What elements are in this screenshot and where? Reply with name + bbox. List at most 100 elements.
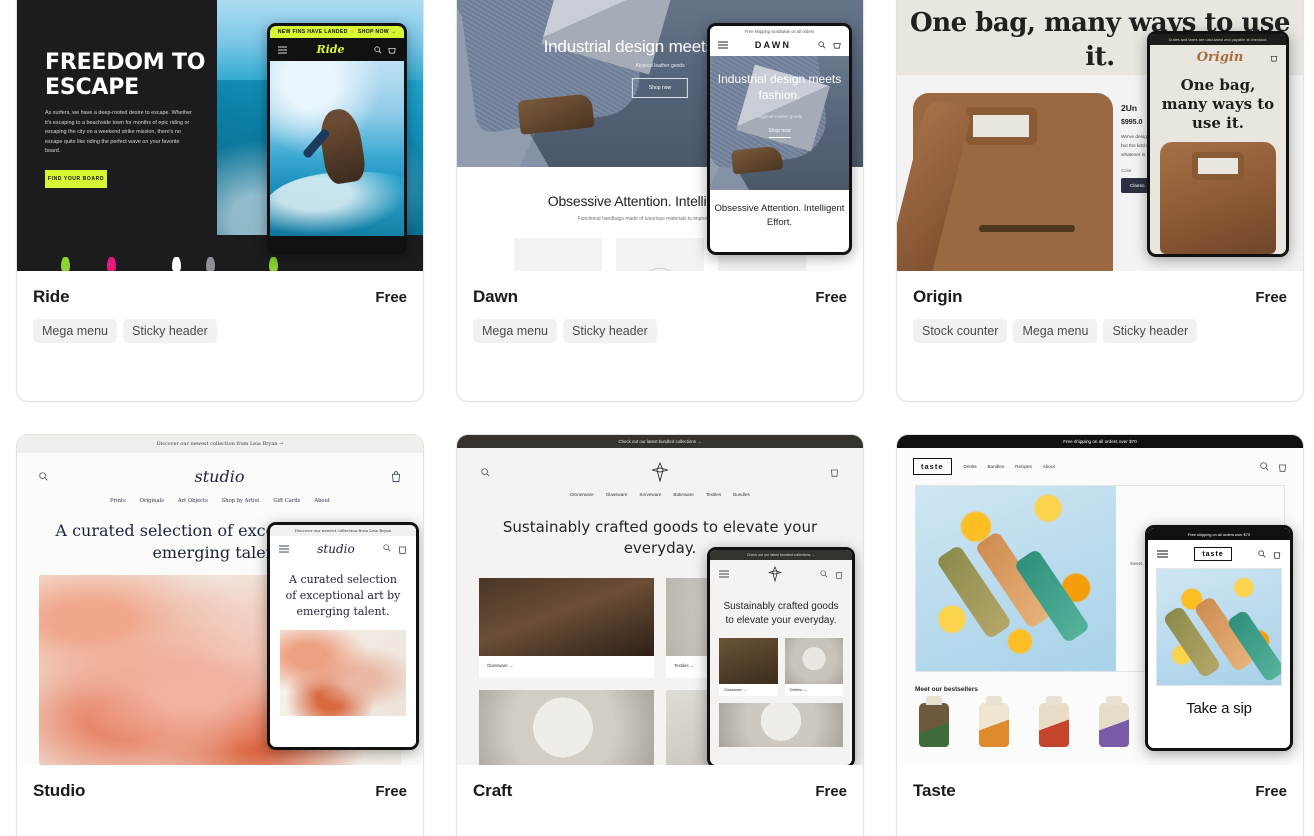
nav-link[interactable]: About (314, 498, 330, 504)
studio-mobile-logo[interactable]: studio (289, 542, 383, 556)
taste-logo[interactable]: taste (913, 458, 952, 475)
theme-title[interactable]: Ride (33, 287, 70, 307)
craft-mobile-tiles: Glassware → Textiles → (719, 638, 843, 696)
search-icon[interactable] (374, 46, 382, 54)
theme-meta-origin: Origin Free Stock counter Mega menu Stic… (897, 271, 1303, 355)
nav-link[interactable]: Serveware (639, 492, 661, 497)
product-tile (514, 238, 602, 271)
collection-tile[interactable]: Textiles → (784, 638, 843, 696)
collection-tile[interactable]: Glassware → (479, 577, 654, 678)
tag-chip: Stock counter (913, 319, 1008, 343)
bestseller-bottle[interactable] (1099, 696, 1129, 747)
theme-preview-origin[interactable]: One bag, many ways to use it. 2Un $995.0… (897, 0, 1303, 271)
theme-preview-taste[interactable]: Free shipping on all orders over $70 tas… (897, 435, 1303, 765)
theme-title[interactable]: Taste (913, 781, 956, 801)
search-icon[interactable] (820, 569, 828, 579)
tag-chip: Sticky header (563, 319, 657, 343)
theme-title[interactable]: Dawn (473, 287, 518, 307)
nav-link[interactable]: Bundles (733, 492, 750, 497)
dawn-mobile-heading: Industrial design meets fashion. (717, 72, 842, 102)
studio-announcement: Discover our newest collection from Leia… (17, 435, 423, 453)
craft-mobile-logo-mark[interactable] (729, 566, 820, 582)
dawn-mobile-section: Obsessive Attention. Intelligent Effort. (714, 203, 845, 228)
nav-link[interactable]: Originals (140, 498, 164, 504)
hamburger-icon[interactable] (279, 545, 289, 553)
collection-image (479, 577, 654, 656)
search-icon[interactable] (39, 472, 48, 481)
hamburger-icon[interactable] (718, 41, 728, 49)
studio-nav-links[interactable]: Prints Originals Art Objects Shop by Art… (17, 498, 423, 504)
cart-icon[interactable] (1278, 462, 1287, 472)
nav-link[interactable]: Prints (110, 498, 126, 504)
bag-icon[interactable] (398, 544, 407, 554)
nav-link[interactable]: Textiles (706, 492, 721, 497)
mobile-preview-ride: NEW FINS HAVE LANDED ⚡ SHOP NOW → Ride (267, 23, 407, 255)
search-icon[interactable] (1258, 549, 1266, 559)
theme-title[interactable]: Studio (33, 781, 85, 801)
dawn-mobile-cta[interactable]: Shop now (768, 128, 791, 138)
theme-title[interactable]: Origin (913, 287, 963, 307)
origin-mobile-nav: Origin (1150, 45, 1286, 70)
dawn-mobile-logo[interactable]: DAWN (728, 40, 818, 50)
cart-icon[interactable] (833, 41, 841, 49)
search-icon[interactable] (383, 544, 391, 554)
theme-card-studio[interactable]: Discover our newest collection from Leia… (16, 434, 424, 836)
hamburger-icon[interactable] (719, 570, 729, 578)
nav-link[interactable]: Bundles (988, 464, 1005, 469)
collection-tile[interactable]: Glassware → (719, 638, 778, 696)
studio-logo[interactable]: studio (48, 467, 391, 486)
bag-icon[interactable] (830, 467, 839, 477)
origin-bag-image (897, 93, 1113, 271)
theme-preview-dawn[interactable]: Industrial design meets fashion. Atypica… (457, 0, 863, 271)
nav-link[interactable]: Bakeware (673, 492, 693, 497)
collection-tile[interactable] (479, 689, 654, 765)
theme-card-origin[interactable]: One bag, many ways to use it. 2Un $995.0… (896, 0, 1304, 402)
nav-link[interactable]: About (1043, 464, 1055, 469)
nav-link[interactable]: Art Objects (178, 498, 208, 504)
craft-nav-links[interactable]: Dinnerware Glassware Serveware Bakeware … (457, 492, 863, 497)
bag-icon[interactable] (835, 570, 843, 579)
search-icon[interactable] (1260, 461, 1269, 472)
theme-card-craft[interactable]: Check out our latest bundled collections… (456, 434, 864, 836)
theme-meta-taste: Taste Free (897, 765, 1303, 813)
nav-link[interactable]: Dinnerware (570, 492, 594, 497)
bestseller-bottle[interactable] (919, 696, 949, 747)
dawn-shop-now-button[interactable]: Shop now (631, 78, 689, 98)
bag-icon[interactable] (391, 471, 401, 482)
hamburger-icon[interactable] (278, 46, 287, 54)
ride-mobile-hero-image (270, 61, 404, 237)
bestseller-bottle[interactable] (979, 696, 1009, 747)
collection-label: Textiles → (784, 684, 843, 696)
theme-card-ride[interactable]: FREEDOM TO ESCAPE As surfers, we have a … (16, 0, 424, 402)
nav-link[interactable]: Gift Cards (273, 498, 300, 504)
theme-preview-ride[interactable]: FREEDOM TO ESCAPE As surfers, we have a … (17, 0, 423, 271)
ride-heading: FREEDOM TO ESCAPE (45, 50, 206, 100)
craft-logo-mark[interactable] (490, 462, 830, 482)
board-tip-white (172, 257, 181, 271)
theme-preview-studio[interactable]: Discover our newest collection from Leia… (17, 435, 423, 765)
studio-mobile-announcement: Discover our newest collection from Leia… (270, 525, 416, 536)
cart-icon[interactable] (1270, 54, 1278, 62)
nav-link[interactable]: Drinks (964, 464, 977, 469)
ride-mobile-logo[interactable]: Ride (316, 43, 344, 56)
theme-card-dawn[interactable]: Industrial design meets fashion. Atypica… (456, 0, 864, 402)
cart-icon[interactable] (1273, 550, 1281, 559)
search-icon[interactable] (481, 467, 490, 477)
nav-link[interactable]: Glassware (606, 492, 628, 497)
hamburger-icon[interactable] (1157, 550, 1168, 558)
theme-preview-craft[interactable]: Check out our latest bundled collections… (457, 435, 863, 765)
theme-title[interactable]: Craft (473, 781, 512, 801)
theme-price: Free (375, 289, 407, 306)
taste-nav-links[interactable]: Drinks Bundles Recipes About (964, 464, 1055, 469)
ride-cta-button[interactable]: FIND YOUR BOARD (45, 169, 107, 188)
collection-image (784, 638, 843, 684)
search-icon[interactable] (818, 41, 826, 49)
origin-mobile-logo[interactable]: Origin (1158, 50, 1270, 65)
cart-icon[interactable] (388, 46, 396, 54)
bestseller-bottle[interactable] (1039, 696, 1069, 747)
taste-mobile-logo[interactable]: taste (1194, 547, 1232, 561)
nav-link[interactable]: Shop by Artist (222, 498, 260, 504)
nav-link[interactable]: Recipes (1015, 464, 1032, 469)
taste-announcement: Free shipping on all orders over $70 (897, 435, 1303, 448)
theme-card-taste[interactable]: Free shipping on all orders over $70 tas… (896, 434, 1304, 836)
